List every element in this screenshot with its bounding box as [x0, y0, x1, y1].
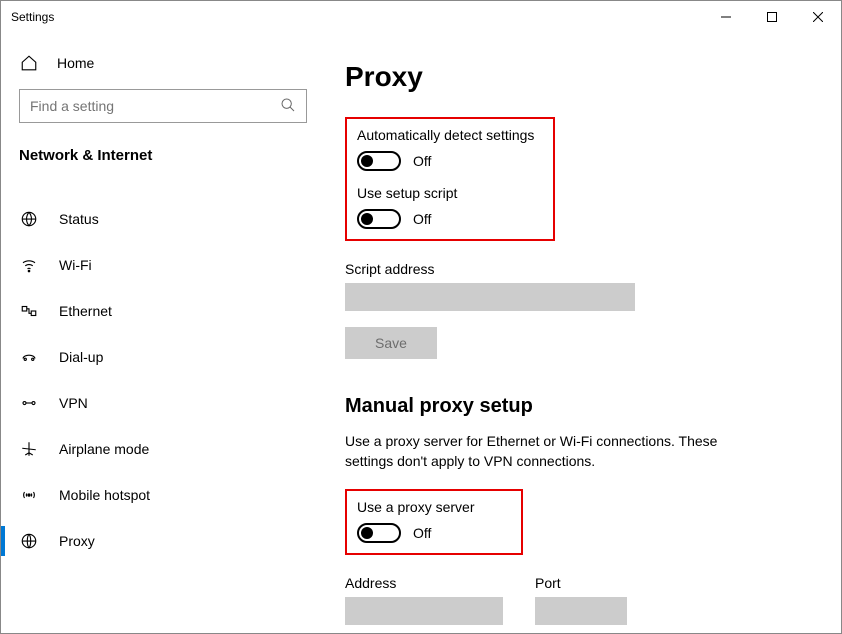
highlight-auto-section: Automatically detect settings Off Use se… [345, 117, 555, 241]
dialup-icon [19, 347, 39, 367]
highlight-proxy-section: Use a proxy server Off [345, 489, 523, 555]
sidebar: Home Network & Internet Status [1, 33, 317, 633]
sidebar-item-ethernet[interactable]: Ethernet [1, 288, 316, 334]
auto-detect-toggle[interactable] [357, 151, 401, 171]
airplane-icon [19, 439, 39, 459]
manual-heading: Manual proxy setup [345, 395, 801, 418]
main-panel: Proxy Automatically detect settings Off … [317, 33, 841, 633]
sidebar-item-label: Status [59, 211, 99, 227]
window-controls [703, 1, 841, 33]
auto-detect-label: Automatically detect settings [357, 127, 543, 143]
home-link[interactable]: Home [1, 43, 316, 83]
address-input [345, 597, 503, 625]
setup-script-state: Off [413, 211, 431, 227]
sidebar-item-status[interactable]: Status [1, 196, 316, 242]
sidebar-item-label: Airplane mode [59, 441, 149, 457]
sidebar-item-label: Dial-up [59, 349, 103, 365]
titlebar: Settings [1, 1, 841, 33]
window-title: Settings [11, 10, 703, 24]
search-icon [280, 97, 296, 116]
script-address-input [345, 283, 635, 311]
ethernet-icon [19, 301, 39, 321]
page-title: Proxy [345, 61, 801, 93]
use-proxy-state: Off [413, 525, 431, 541]
script-address-label: Script address [345, 261, 801, 277]
setup-script-toggle[interactable] [357, 209, 401, 229]
proxy-icon [19, 531, 39, 551]
sidebar-item-vpn[interactable]: VPN [1, 380, 316, 426]
sidebar-item-label: Proxy [59, 533, 95, 549]
hotspot-icon [19, 485, 39, 505]
sidebar-item-label: Wi-Fi [59, 257, 92, 273]
sidebar-item-label: VPN [59, 395, 88, 411]
home-label: Home [57, 55, 94, 71]
sidebar-item-label: Mobile hotspot [59, 487, 150, 503]
wifi-icon [19, 255, 39, 275]
sidebar-item-hotspot[interactable]: Mobile hotspot [1, 472, 316, 518]
use-proxy-label: Use a proxy server [357, 499, 511, 515]
save-button[interactable]: Save [345, 327, 437, 359]
use-proxy-toggle[interactable] [357, 523, 401, 543]
sidebar-item-proxy[interactable]: Proxy [1, 518, 316, 564]
setup-script-label: Use setup script [357, 185, 543, 201]
sidebar-item-airplane[interactable]: Airplane mode [1, 426, 316, 472]
status-icon [19, 209, 39, 229]
search-field[interactable] [30, 98, 280, 114]
vpn-icon [19, 393, 39, 413]
manual-description: Use a proxy server for Ethernet or Wi-Fi… [345, 432, 765, 471]
maximize-button[interactable] [749, 1, 795, 33]
port-label: Port [535, 575, 627, 591]
category-heading: Network & Internet [1, 129, 316, 178]
sidebar-item-dialup[interactable]: Dial-up [1, 334, 316, 380]
nav: Status Wi-Fi Ethernet Dial-up [1, 178, 316, 564]
sidebar-item-label: Ethernet [59, 303, 112, 319]
address-label: Address [345, 575, 503, 591]
port-input [535, 597, 627, 625]
search-input[interactable] [19, 89, 307, 123]
close-button[interactable] [795, 1, 841, 33]
home-icon [19, 53, 39, 73]
auto-detect-state: Off [413, 153, 431, 169]
sidebar-item-wifi[interactable]: Wi-Fi [1, 242, 316, 288]
minimize-button[interactable] [703, 1, 749, 33]
